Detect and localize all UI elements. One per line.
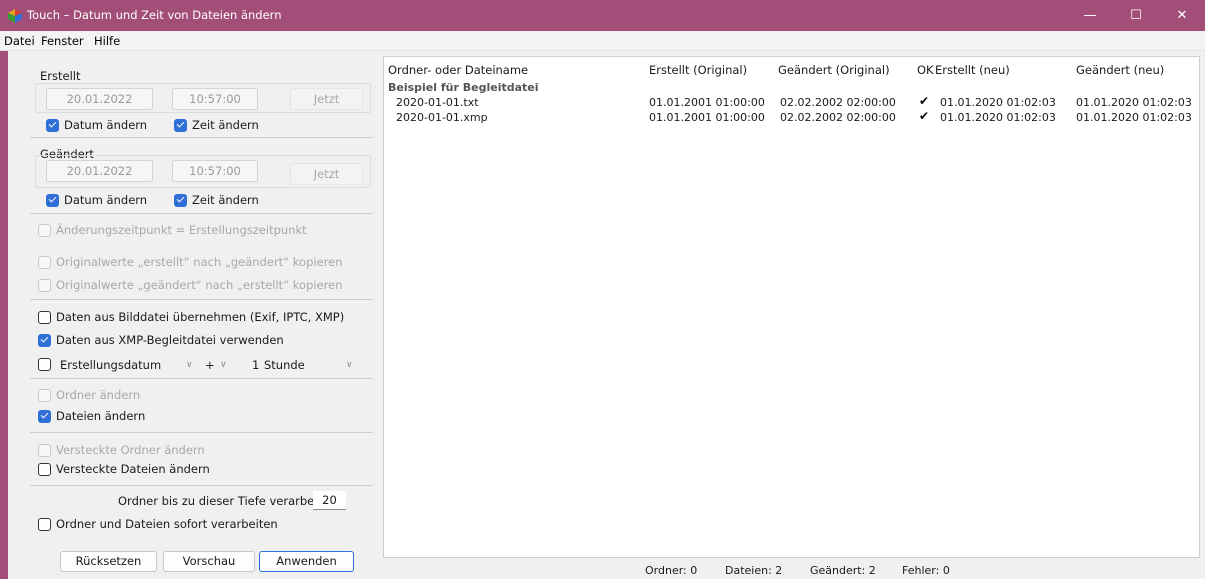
menu-bar: Datei Fenster Hilfe [0, 31, 1205, 51]
checkbox-unchecked-icon [38, 517, 51, 531]
status-files: Dateien: 2 [725, 564, 783, 577]
window-title: Touch – Datum und Zeit von Dateien änder… [27, 8, 282, 22]
offset-field-select[interactable]: Erstellungsdatum ∨ [60, 355, 198, 375]
checkbox-unchecked-icon [38, 223, 51, 237]
created-date-field[interactable]: 20.01.2022 [46, 88, 153, 110]
modified-now-button[interactable]: Jetzt [290, 163, 363, 185]
modified-date-field[interactable]: 20.01.2022 [46, 160, 153, 182]
hidden-files-checkbox[interactable]: Versteckte Dateien ändern [38, 462, 210, 476]
table-row-created-new: 01.01.2020 01:02:03 [940, 96, 1056, 109]
offset-sign-select[interactable]: + ∨ [205, 355, 237, 375]
checkbox-checked-icon [174, 193, 187, 207]
checkbox-checked-icon [38, 333, 51, 347]
copy-modified-to-created-checkbox[interactable]: Originalwerte „geändert“ nach „erstellt“… [38, 278, 343, 292]
created-group-label: Erstellt [40, 69, 81, 83]
close-button[interactable]: ✕ [1159, 0, 1205, 31]
status-folders: Ordner: 0 [645, 564, 698, 577]
title-bar: Touch – Datum und Zeit von Dateien änder… [0, 0, 1205, 31]
offset-checkbox[interactable] [38, 358, 56, 371]
data-from-image-checkbox[interactable]: Daten aus Bilddatei übernehmen (Exif, IP… [38, 310, 344, 324]
change-folders-checkbox[interactable]: Ordner ändern [38, 388, 140, 402]
app-logo-icon [8, 9, 22, 23]
menu-datei[interactable]: Datei [4, 34, 35, 48]
change-files-checkbox[interactable]: Dateien ändern [38, 409, 145, 423]
depth-label: Ordner bis zu dieser Tiefe verarbeiten: [118, 494, 341, 508]
data-from-xmp-checkbox[interactable]: Daten aus XMP-Begleitdatei verwenden [38, 333, 284, 347]
table-row-created-new: 01.01.2020 01:02:03 [940, 111, 1056, 124]
window-border [0, 51, 8, 579]
maximize-button[interactable]: ☐ [1113, 0, 1159, 31]
menu-hilfe[interactable]: Hilfe [94, 34, 120, 48]
table-row-name[interactable]: 2020-01-01.txt [396, 96, 479, 109]
separator [30, 485, 373, 486]
modified-change-date-checkbox[interactable]: Datum ändern [46, 193, 147, 207]
created-time-field[interactable]: 10:57:00 [172, 88, 258, 110]
hidden-folders-checkbox[interactable]: Versteckte Ordner ändern [38, 443, 205, 457]
created-change-date-checkbox[interactable]: Datum ändern [46, 118, 147, 132]
checkbox-unchecked-icon [38, 278, 51, 292]
separator [30, 137, 373, 138]
mod-equals-created-checkbox[interactable]: Änderungszeitpunkt = Erstellungszeitpunk… [38, 223, 307, 237]
chevron-down-icon: ∨ [346, 360, 353, 370]
separator [30, 213, 373, 214]
checkbox-unchecked-icon [38, 255, 51, 269]
column-header-created-original[interactable]: Erstellt (Original) [649, 63, 747, 77]
reset-button[interactable]: Rücksetzen [60, 551, 157, 572]
check-mark-icon: ✔ [919, 94, 930, 108]
modified-time-field[interactable]: 10:57:00 [172, 160, 258, 182]
table-row-modified-original: 02.02.2002 02:00:00 [780, 111, 896, 124]
checkbox-checked-icon [38, 409, 51, 423]
checkbox-checked-icon [174, 118, 187, 132]
depth-input[interactable]: 20 [313, 491, 346, 510]
checkbox-checked-icon [46, 193, 59, 207]
status-changed: Geändert: 2 [810, 564, 876, 577]
chevron-down-icon: ∨ [186, 360, 193, 370]
process-immediately-checkbox[interactable]: Ordner und Dateien sofort verarbeiten [38, 517, 278, 531]
status-bar: Ordner: 0 Dateien: 2 Geändert: 2 Fehler:… [383, 559, 1205, 579]
minimize-button[interactable]: — [1067, 0, 1113, 31]
column-header-modified-original[interactable]: Geändert (Original) [778, 63, 890, 77]
column-header-modified-new[interactable]: Geändert (neu) [1076, 63, 1164, 77]
created-change-time-checkbox[interactable]: Zeit ändern [174, 118, 259, 132]
file-list[interactable]: Ordner- oder Dateiname Erstellt (Origina… [383, 56, 1200, 558]
table-row-created-original: 01.01.2001 01:00:00 [649, 96, 765, 109]
menu-fenster[interactable]: Fenster [41, 34, 84, 48]
checkbox-unchecked-icon [38, 310, 51, 324]
copy-created-to-modified-checkbox[interactable]: Originalwerte „erstellt“ nach „geändert“… [38, 255, 343, 269]
offset-amount-select[interactable]: 1 Stunde ∨ [242, 355, 357, 375]
column-header-created-new[interactable]: Erstellt (neu) [935, 63, 1010, 77]
checkbox-checked-icon [46, 118, 59, 132]
preview-button[interactable]: Vorschau [163, 551, 255, 572]
separator [30, 299, 373, 300]
checkbox-unchecked-icon [38, 388, 51, 402]
checkbox-unchecked-icon [38, 462, 51, 476]
table-row-created-original: 01.01.2001 01:00:00 [649, 111, 765, 124]
separator [30, 432, 373, 433]
check-mark-icon: ✔ [919, 109, 930, 123]
separator [30, 378, 373, 379]
checkbox-unchecked-icon [38, 358, 51, 371]
modified-change-time-checkbox[interactable]: Zeit ändern [174, 193, 259, 207]
list-group-header: Beispiel für Begleitdatei [388, 81, 539, 94]
table-row-modified-original: 02.02.2002 02:00:00 [780, 96, 896, 109]
column-header-name[interactable]: Ordner- oder Dateiname [388, 63, 528, 77]
status-errors: Fehler: 0 [902, 564, 950, 577]
table-row-name[interactable]: 2020-01-01.xmp [396, 111, 488, 124]
column-header-ok[interactable]: OK [917, 63, 934, 77]
chevron-down-icon: ∨ [220, 360, 227, 370]
table-row-modified-new: 01.01.2020 01:02:03 [1076, 96, 1192, 109]
created-now-button[interactable]: Jetzt [290, 88, 363, 110]
checkbox-unchecked-icon [38, 443, 51, 457]
apply-button[interactable]: Anwenden [259, 551, 354, 572]
table-row-modified-new: 01.01.2020 01:02:03 [1076, 111, 1192, 124]
